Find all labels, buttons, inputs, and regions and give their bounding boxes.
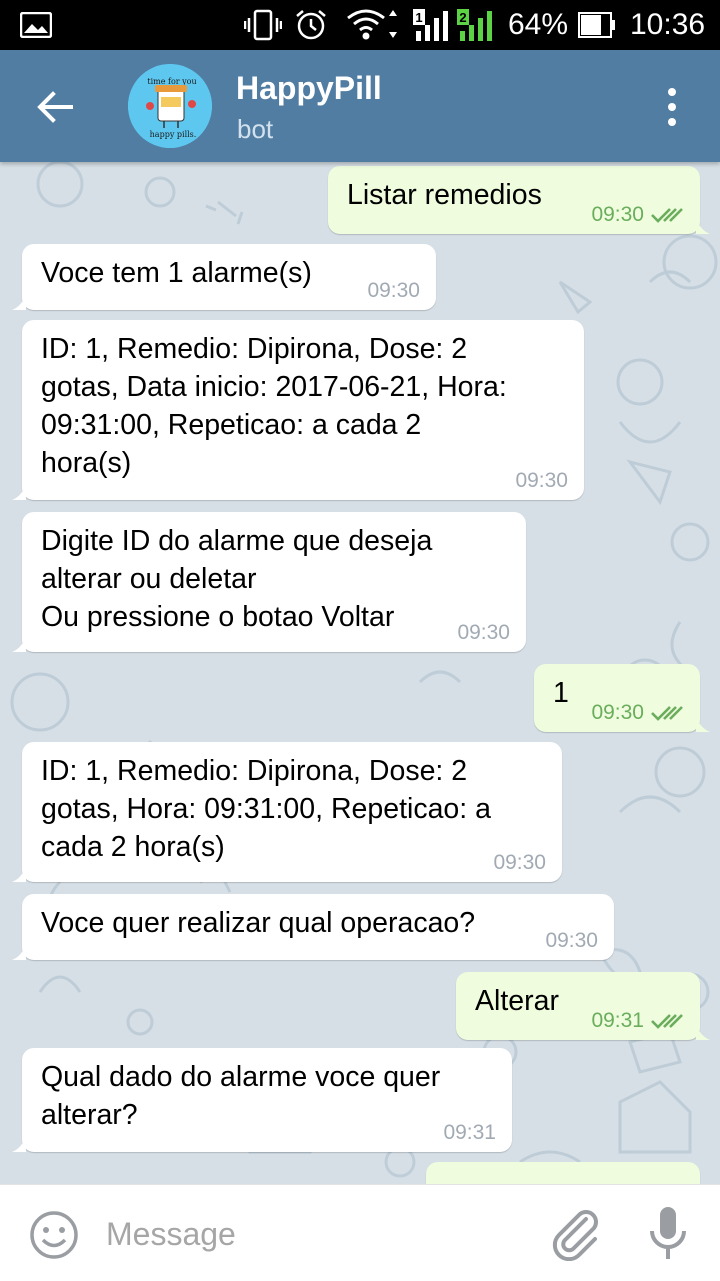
arrow-left-icon xyxy=(37,91,73,123)
outgoing-message[interactable] xyxy=(426,1162,700,1184)
message-meta: 09:30 xyxy=(545,930,598,952)
svg-text:happy pills.: happy pills. xyxy=(150,130,197,139)
message-time: 09:30 xyxy=(515,469,568,492)
incoming-message[interactable]: Voce quer realizar qual operacao? 09:30 xyxy=(12,894,614,960)
double-check-icon xyxy=(651,1014,683,1029)
back-button[interactable] xyxy=(20,72,90,142)
double-check-icon xyxy=(651,208,683,223)
message-time: 09:30 xyxy=(545,929,598,952)
incoming-message[interactable]: ID: 1, Remedio: Dipirona, Dose: 2 gotas,… xyxy=(12,742,562,882)
incoming-message[interactable]: Qual dado do alarme voce quer alterar? 09… xyxy=(12,1048,512,1152)
alarm-icon xyxy=(294,0,328,50)
message-list[interactable]: Listar remedios 09:30 Voce tem 1 alarme(s)… xyxy=(0,162,720,1184)
incoming-message[interactable]: Digite ID do alarme que deseja alterar o… xyxy=(12,512,526,652)
emoji-button[interactable] xyxy=(28,1209,80,1261)
message-time: 09:31 xyxy=(443,1121,496,1144)
chat-title[interactable]: HappyPill xyxy=(236,70,382,107)
signal-sim2-icon: 2 xyxy=(456,0,496,50)
message-time: 09:30 xyxy=(457,621,510,644)
outgoing-message[interactable]: 1 09:30 xyxy=(534,664,710,732)
double-check-icon xyxy=(651,706,683,721)
message-text: Voce quer realizar qual operacao? xyxy=(41,907,476,939)
svg-text:2: 2 xyxy=(459,10,466,25)
message-meta: 09:30 xyxy=(515,470,568,492)
message-text: Listar remedios xyxy=(347,179,542,211)
svg-text:1: 1 xyxy=(415,10,422,25)
outgoing-message[interactable]: Alterar 09:31 xyxy=(456,972,710,1040)
status-bar: 1 2 64% 10:36 xyxy=(0,0,720,50)
message-text: ID: 1, Remedio: Dipirona, Dose: 2 gotas,… xyxy=(41,333,507,479)
message-time: 09:31 xyxy=(591,1009,644,1032)
message-meta: 09:31 xyxy=(443,1122,496,1144)
wifi-icon xyxy=(346,0,398,50)
message-text: Voce tem 1 alarme(s) xyxy=(41,257,312,289)
smiley-icon xyxy=(30,1211,78,1259)
battery-percent: 64% xyxy=(508,8,569,41)
message-meta: 09:30 xyxy=(367,280,420,302)
message-meta: 09:30 xyxy=(591,702,684,724)
message-text: ID: 1, Remedio: Dipirona, Dose: 2 gotas,… xyxy=(41,755,491,863)
clock: 10:36 xyxy=(630,8,706,41)
message-time: 09:30 xyxy=(367,279,420,302)
message-text: Qual dado do alarme voce quer alterar? xyxy=(41,1061,441,1131)
avatar[interactable]: time for you happy pills. xyxy=(128,64,212,148)
signal-sim1-icon: 1 xyxy=(412,0,452,50)
message-time: 09:30 xyxy=(493,851,546,874)
message-input[interactable] xyxy=(104,1207,528,1261)
message-meta: 09:30 xyxy=(591,204,684,226)
vibrate-icon xyxy=(244,0,282,50)
svg-text:time for you: time for you xyxy=(147,77,196,86)
microphone-button[interactable] xyxy=(644,1205,692,1263)
composer-bar xyxy=(0,1184,720,1281)
chat-subtitle: bot xyxy=(237,114,274,144)
outgoing-message[interactable]: Listar remedios 09:30 xyxy=(328,166,710,234)
gallery-notification-icon xyxy=(20,0,52,50)
message-meta: 09:30 xyxy=(493,852,546,874)
message-time: 09:30 xyxy=(591,203,644,226)
message-meta: 09:30 xyxy=(457,622,510,644)
battery-icon xyxy=(578,0,616,50)
incoming-message[interactable]: Voce tem 1 alarme(s) 09:30 xyxy=(12,244,436,310)
message-time: 09:30 xyxy=(591,701,644,724)
message-text: 1 xyxy=(553,677,569,709)
more-vertical-icon[interactable] xyxy=(650,72,694,142)
microphone-icon xyxy=(650,1207,686,1259)
message-text: Digite ID do alarme que deseja alterar o… xyxy=(41,525,433,633)
attach-button[interactable] xyxy=(548,1205,604,1262)
message-text: Alterar xyxy=(475,985,559,1017)
message-meta: 09:31 xyxy=(591,1010,684,1032)
chat-header: time for you happy pills. HappyPill bot xyxy=(0,50,720,162)
paperclip-icon xyxy=(552,1210,598,1262)
incoming-message[interactable]: ID: 1, Remedio: Dipirona, Dose: 2 gotas,… xyxy=(12,320,584,500)
